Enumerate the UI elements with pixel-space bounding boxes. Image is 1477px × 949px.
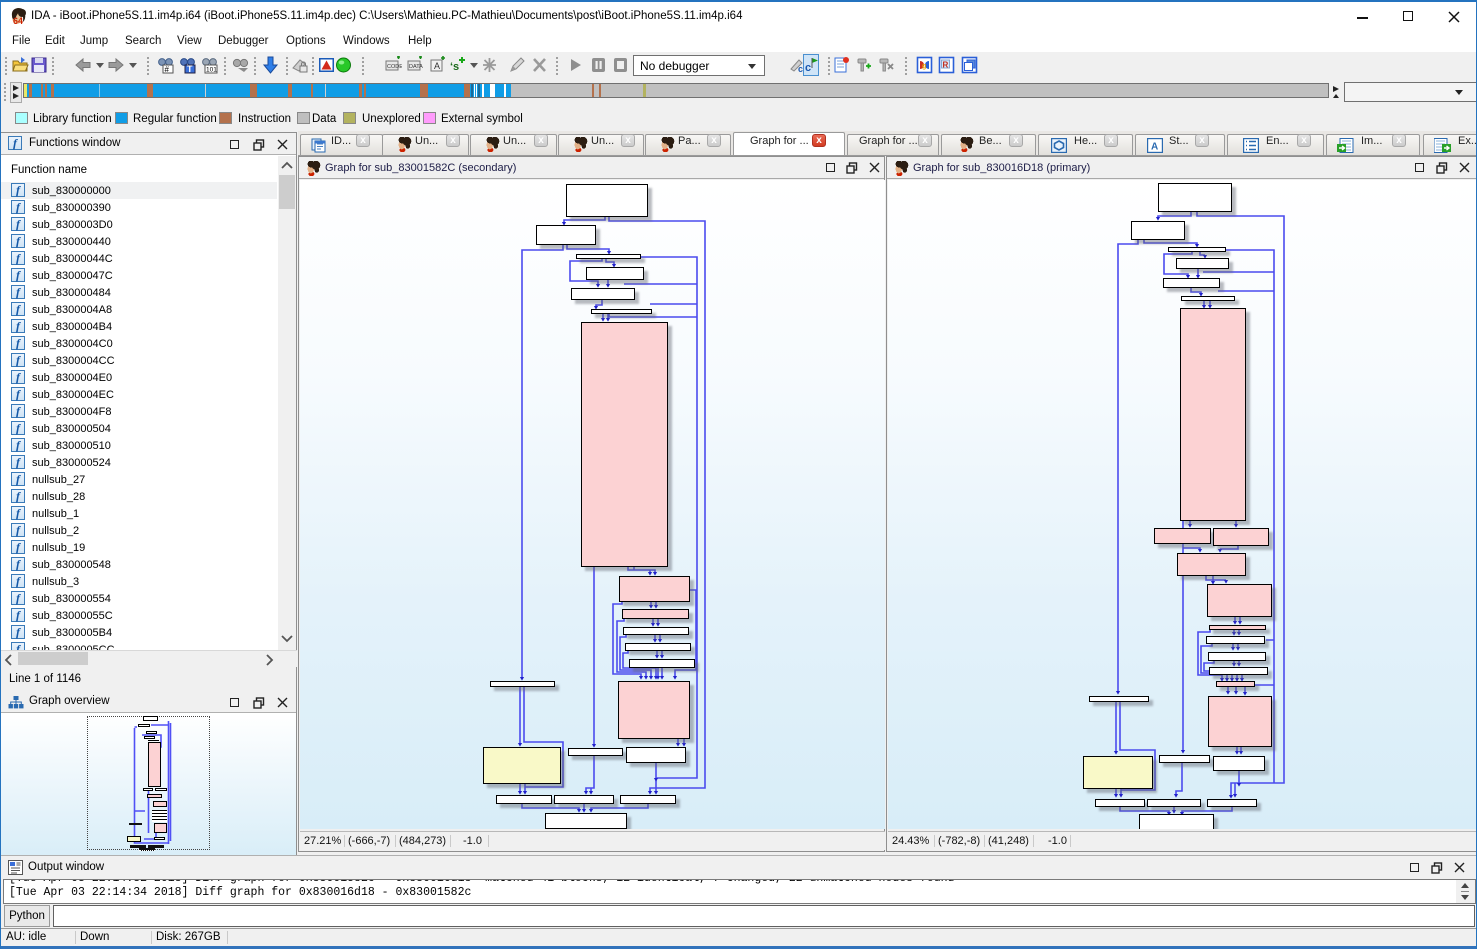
- svg-text:‘s: ‘s: [450, 61, 459, 73]
- svg-text:A: A: [1151, 142, 1158, 153]
- svg-text:CODE: CODE: [387, 64, 402, 70]
- svg-text:#: #: [165, 65, 170, 74]
- svg-text:c: c: [805, 62, 811, 74]
- svg-text:T: T: [187, 64, 193, 74]
- svg-text:DATA: DATA: [409, 64, 423, 70]
- svg-text:101: 101: [206, 67, 217, 74]
- svg-text:64: 64: [13, 16, 23, 25]
- svg-text:A: A: [434, 61, 440, 71]
- svg-text:g: g: [922, 63, 926, 70]
- svg-text:R: R: [943, 61, 949, 70]
